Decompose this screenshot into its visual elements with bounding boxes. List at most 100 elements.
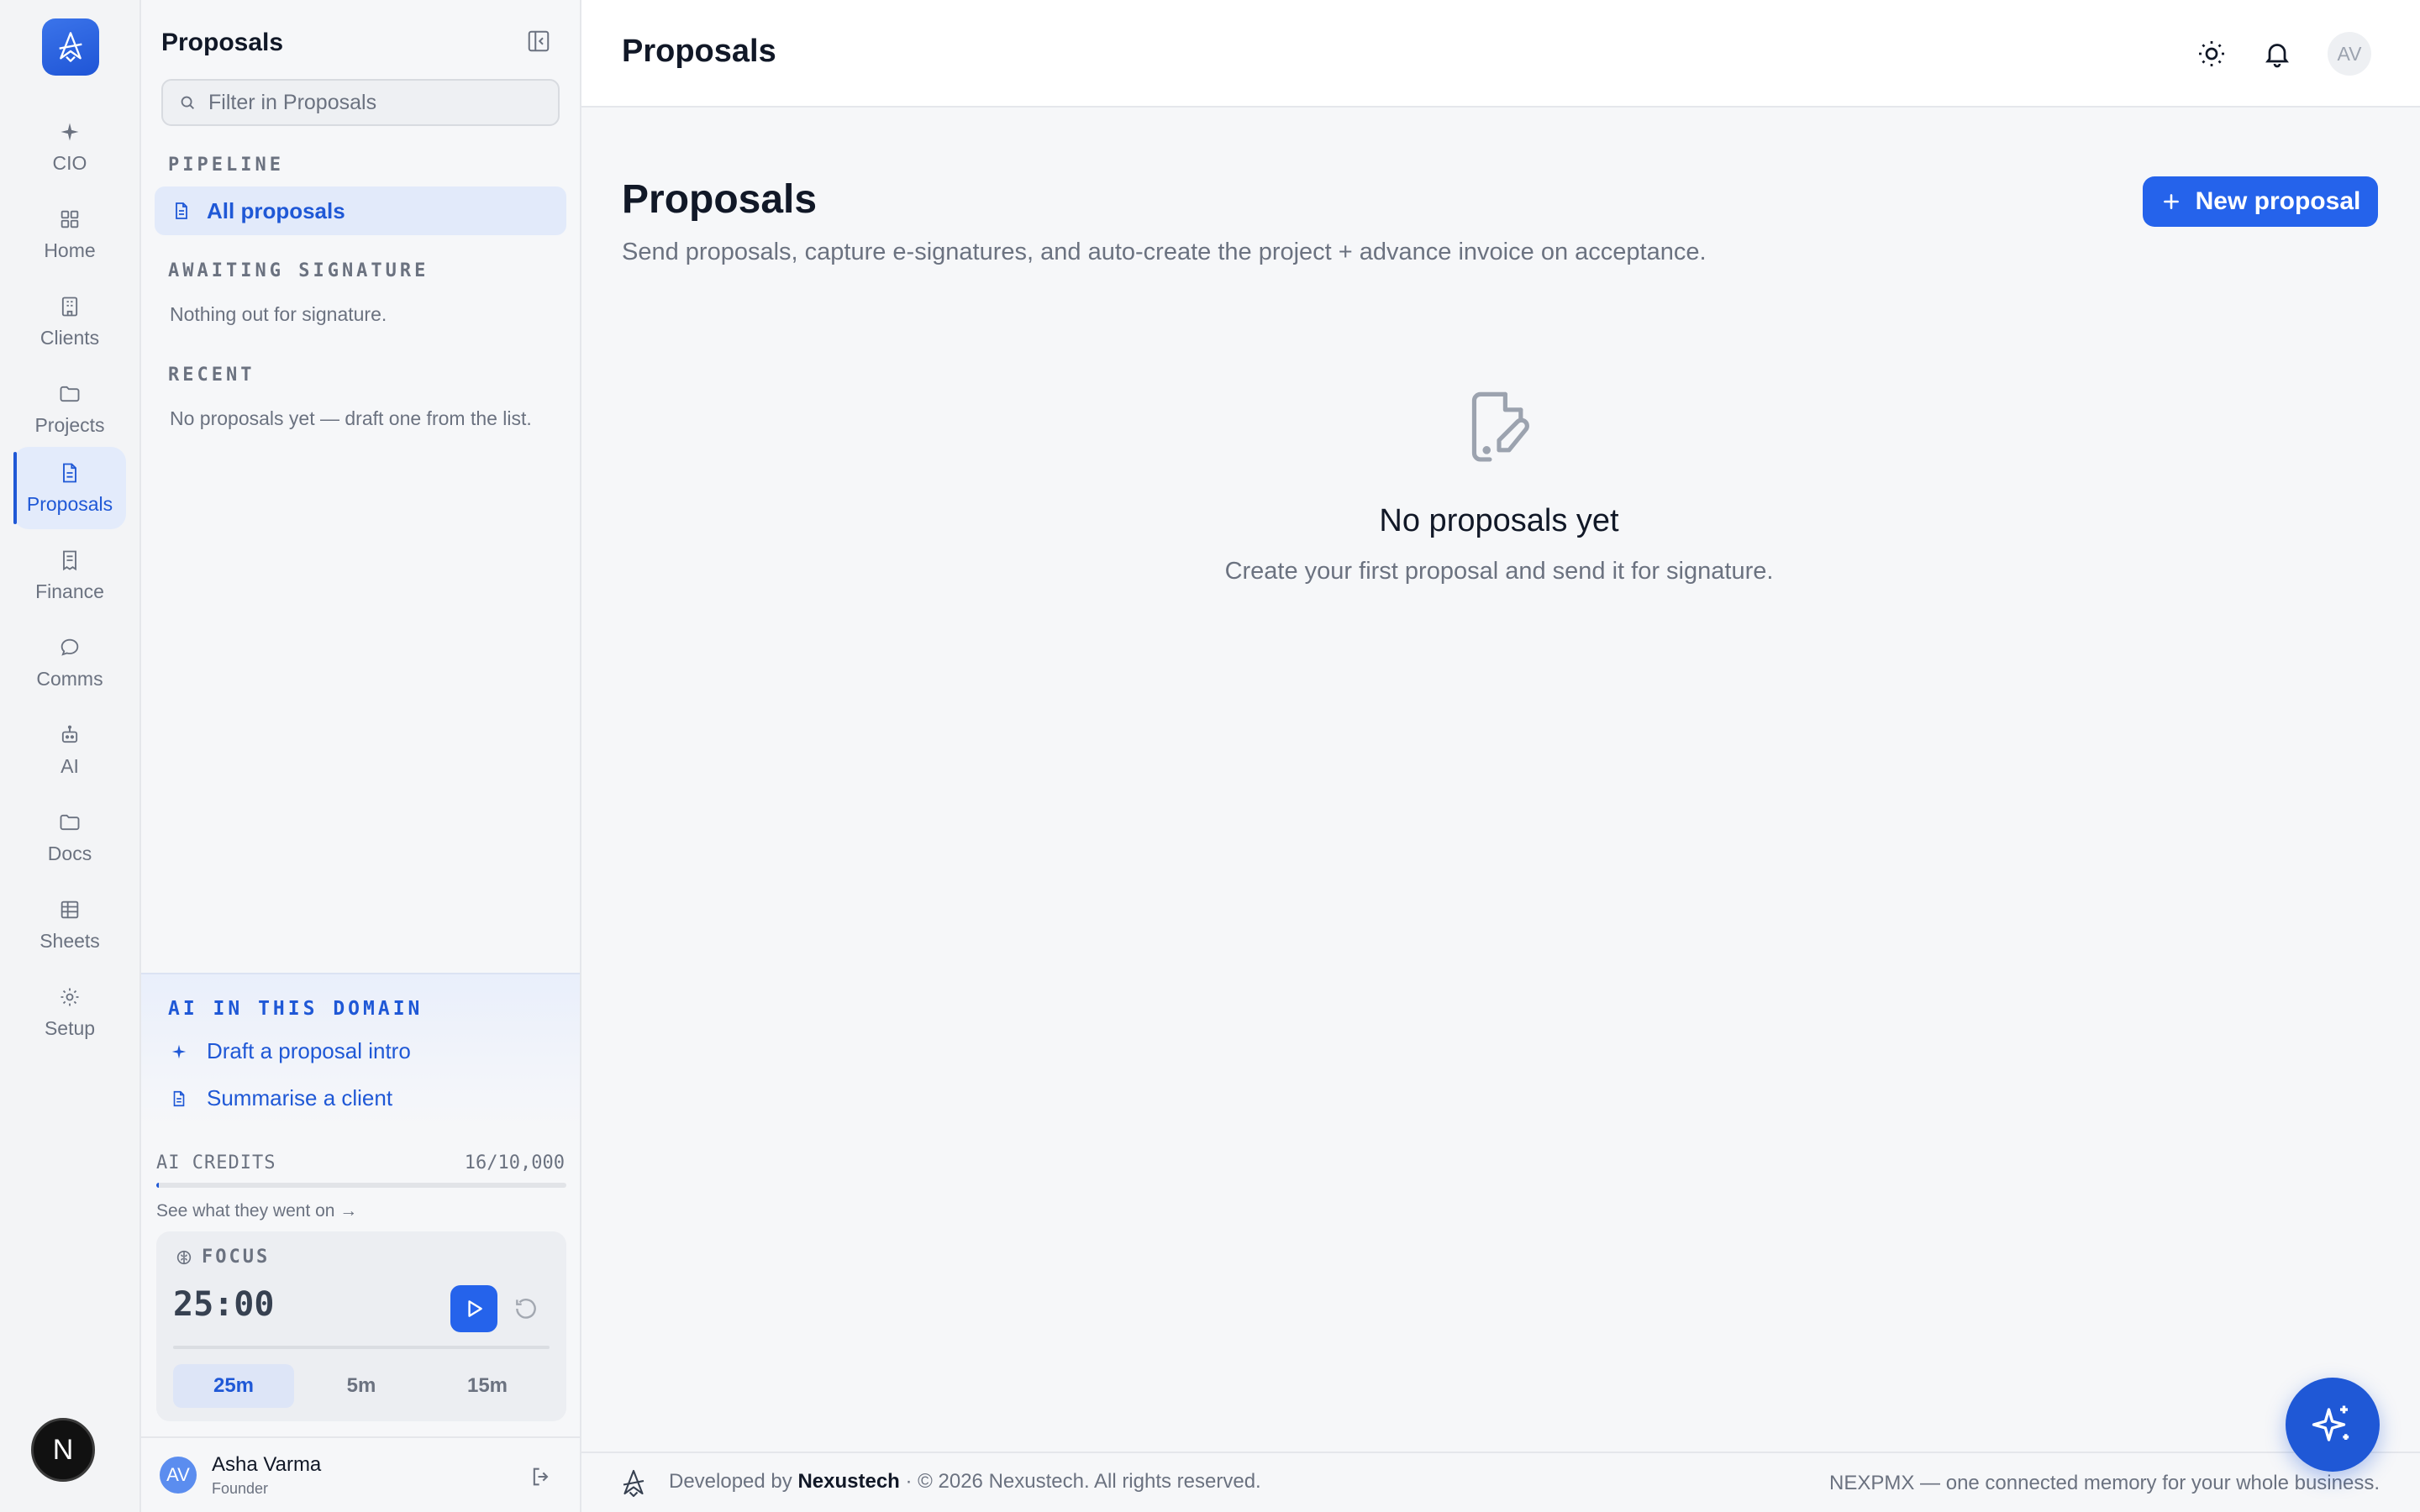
new-proposal-label: New proposal — [2195, 187, 2361, 215]
top-bar: Proposals AV — [581, 0, 2420, 108]
app-rail: CIO Home Clients Projects Proposals Fina… — [0, 0, 141, 1512]
ai-link-label: Summarise a client — [207, 1085, 393, 1110]
section-label-awaiting: AWAITING SIGNATURE — [168, 260, 429, 281]
document-icon — [63, 463, 76, 482]
folder-icon — [60, 386, 80, 402]
logout-icon[interactable] — [529, 1465, 553, 1488]
focus-timer: FOCUS 25:00 25m 5m 15m — [156, 1231, 566, 1421]
footer-credit: Developed by Nexustech · © 2026 Nexustec… — [669, 1470, 1261, 1494]
avatar[interactable]: AV — [2328, 32, 2371, 76]
empty-state: No proposals yet Create your first propo… — [1163, 388, 1835, 585]
reset-icon[interactable] — [513, 1295, 539, 1322]
rail-item-cio[interactable]: CIO — [13, 106, 126, 188]
user-name: Asha Varma — [212, 1453, 322, 1476]
sparkles-icon — [2312, 1405, 2349, 1441]
rail-label: Docs — [47, 842, 92, 864]
ai-assistant-button[interactable] — [2286, 1378, 2380, 1472]
rail-item-projects[interactable]: Projects — [13, 368, 126, 450]
sparkle-icon — [60, 123, 79, 140]
rail-item-docs[interactable]: Docs — [13, 796, 126, 879]
ai-link-label: Draft a proposal intro — [207, 1038, 411, 1063]
rail-item-comms[interactable]: Comms — [13, 622, 126, 704]
footer-developed-by: Developed by — [669, 1470, 792, 1493]
rail-item-setup[interactable]: Setup — [13, 971, 126, 1053]
rail-item-clients[interactable]: Clients — [13, 281, 126, 363]
rail-label: Clients — [39, 326, 100, 349]
brain-icon — [176, 1250, 192, 1264]
workspace-badge[interactable]: N — [31, 1418, 95, 1482]
folder-icon — [60, 814, 80, 830]
rail-label: Setup — [44, 1016, 96, 1039]
footer-copyright: · © 2026 Nexustech. All rights reserved. — [905, 1470, 1261, 1493]
rocket-logo-icon — [59, 32, 82, 62]
awaiting-empty-text: Nothing out for signature. — [170, 303, 387, 325]
robot-icon — [61, 725, 78, 743]
search-icon — [181, 96, 194, 109]
rail-label: AI — [60, 754, 79, 777]
ai-domain-panel: AI IN THIS DOMAIN Draft a proposal intro… — [141, 973, 580, 1129]
rail-item-home[interactable]: Home — [13, 193, 126, 276]
rail-item-ai[interactable]: AI — [13, 709, 126, 791]
building-icon — [61, 297, 78, 316]
collapse-sidebar-icon[interactable] — [526, 29, 551, 54]
grid-icon — [60, 210, 79, 228]
focus-label: FOCUS — [202, 1247, 271, 1268]
footer-tagline: NEXPMX — one connected memory for your w… — [1829, 1472, 2380, 1494]
section-sidebar: Proposals PIPELINE All proposals AWAITIN… — [141, 0, 581, 1512]
recent-empty-text: No proposals yet — draft one from the li… — [170, 407, 532, 429]
empty-state-title: No proposals yet — [1379, 503, 1619, 538]
plus-icon — [2163, 194, 2179, 209]
filter-input-wrapper — [161, 79, 560, 126]
focus-preset-5m[interactable]: 5m — [301, 1364, 422, 1408]
document-icon — [173, 1090, 185, 1106]
rail-item-sheets[interactable]: Sheets — [13, 884, 126, 966]
rail-label: Comms — [36, 667, 103, 690]
rail-label: Projects — [34, 413, 105, 436]
focus-header: FOCUS — [175, 1247, 270, 1268]
focus-preset-25m[interactable]: 25m — [173, 1364, 294, 1408]
focus-play-button[interactable] — [450, 1285, 497, 1332]
focus-divider — [173, 1346, 550, 1349]
new-proposal-button[interactable]: New proposal — [2143, 176, 2378, 227]
avatar: AV — [160, 1457, 197, 1494]
play-icon — [468, 1300, 482, 1317]
footer: Developed by Nexustech · © 2026 Nexustec… — [581, 1452, 2420, 1512]
footer-company-link[interactable]: Nexustech — [797, 1470, 899, 1493]
rail-label: Home — [44, 239, 96, 261]
rail-label: Sheets — [39, 929, 100, 952]
empty-state-description: Create your first proposal and send it f… — [1224, 558, 1774, 585]
document-edit-icon — [1471, 391, 1529, 462]
receipt-icon — [63, 550, 76, 570]
user-role: Founder — [212, 1480, 269, 1497]
nav-item-all-proposals[interactable]: All proposals — [155, 186, 566, 235]
bell-icon[interactable] — [2262, 39, 2292, 69]
ai-credits-label: AI CREDITS — [156, 1152, 276, 1173]
ai-link-draft-intro[interactable]: Draft a proposal intro — [170, 1038, 411, 1064]
sun-icon[interactable] — [2196, 39, 2227, 69]
section-label-recent: RECENT — [168, 365, 255, 386]
rocket-logo-icon — [623, 1469, 644, 1498]
credits-usage-link[interactable]: See what they went on → — [156, 1201, 357, 1221]
ai-panel-title: AI IN THIS DOMAIN — [168, 998, 424, 1020]
user-profile-row[interactable]: AV Asha Varma Founder — [141, 1436, 580, 1512]
gear-icon — [60, 988, 79, 1005]
nav-item-label: All proposals — [207, 197, 345, 223]
chat-icon — [60, 638, 79, 656]
section-label-pipeline: PIPELINE — [168, 155, 284, 176]
page-subtitle: Send proposals, capture e-signatures, an… — [622, 239, 1707, 265]
table-icon — [60, 900, 79, 918]
focus-time: 25:00 — [173, 1285, 275, 1324]
ai-credits-value: 16/10,000 — [464, 1152, 565, 1173]
rail-item-finance[interactable]: Finance — [13, 534, 126, 617]
sparkle-icon — [171, 1044, 187, 1058]
document-icon — [176, 202, 187, 219]
rail-item-proposals[interactable]: Proposals — [13, 447, 126, 529]
rail-label: Proposals — [26, 492, 113, 515]
focus-preset-15m[interactable]: 15m — [427, 1364, 548, 1408]
page-heading: Proposals — [622, 177, 818, 222]
app-logo[interactable] — [42, 18, 99, 76]
ai-link-summarise-client[interactable]: Summarise a client — [170, 1085, 392, 1111]
filter-input[interactable] — [208, 90, 544, 115]
page-title: Proposals — [622, 34, 776, 69]
rail-label: Finance — [35, 580, 104, 602]
